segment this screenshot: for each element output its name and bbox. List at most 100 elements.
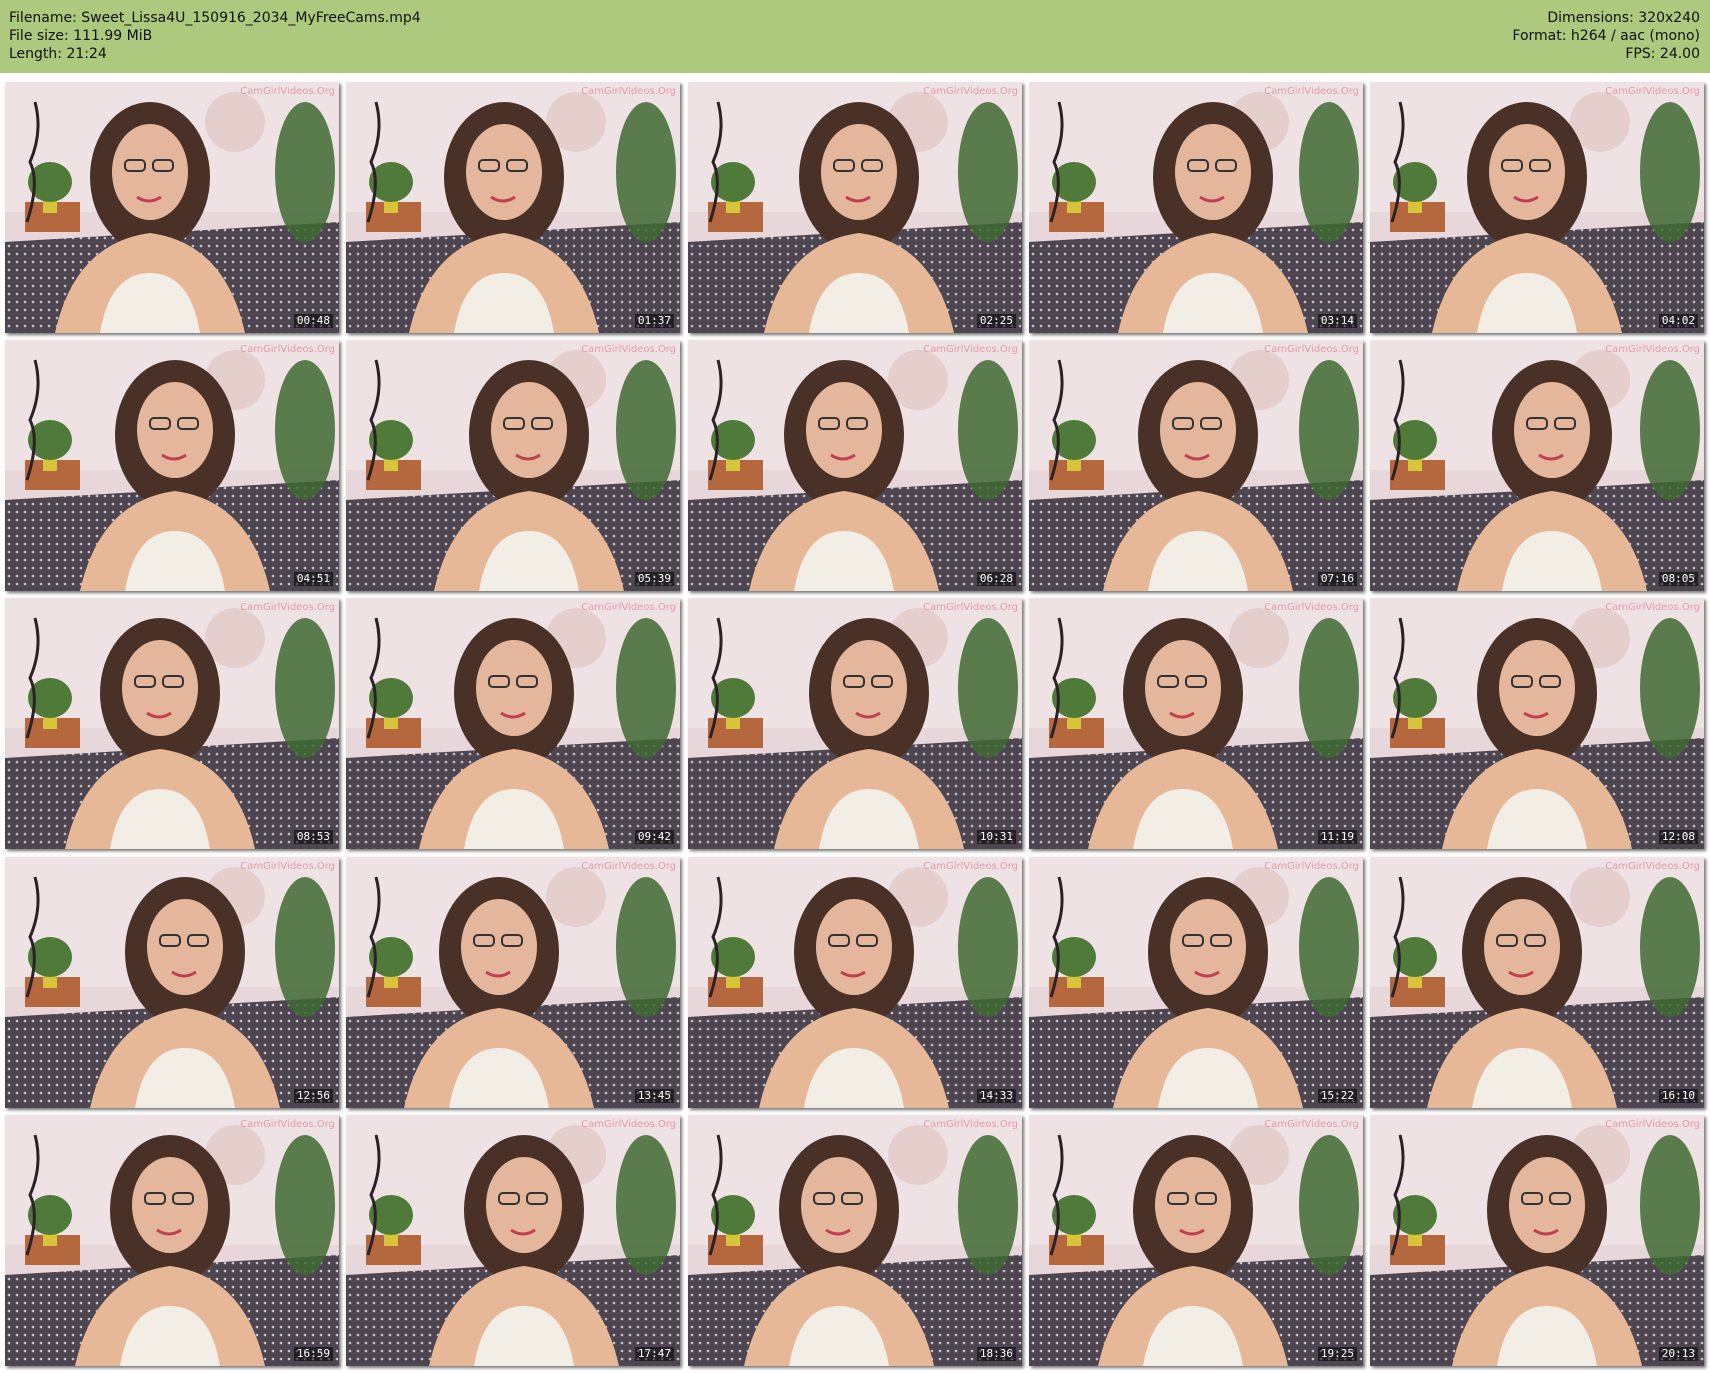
frame-image: [688, 340, 1022, 591]
video-thumbnail[interactable]: CamGirlVideos.Org 16:10: [1370, 857, 1704, 1108]
timestamp-label: 15:22: [1317, 1089, 1357, 1103]
video-thumbnail[interactable]: CamGirlVideos.Org 08:53: [5, 598, 339, 849]
video-thumbnail[interactable]: CamGirlVideos.Org 07:16: [1029, 340, 1363, 591]
filesize-text: File size: 111.99 MiB: [9, 28, 153, 44]
timestamp-label: 09:42: [634, 830, 674, 844]
frame-image: [5, 340, 339, 591]
frame-image: [5, 1115, 339, 1366]
watermark-text: CamGirlVideos.Org: [240, 602, 335, 613]
video-thumbnail[interactable]: CamGirlVideos.Org 04:51: [5, 340, 339, 591]
timestamp-label: 16:10: [1658, 1089, 1698, 1103]
video-thumbnail[interactable]: CamGirlVideos.Org 19:25: [1029, 1115, 1363, 1366]
frame-image: [346, 1115, 680, 1366]
video-thumbnail[interactable]: CamGirlVideos.Org 06:28: [688, 340, 1022, 591]
timestamp-label: 11:19: [1317, 830, 1357, 844]
video-thumbnail[interactable]: CamGirlVideos.Org 18:36: [688, 1115, 1022, 1366]
file-info-right: Dimensions: 320x240 Format: h264 / aac (…: [1512, 9, 1700, 63]
timestamp-label: 07:16: [1317, 572, 1357, 586]
video-thumbnail[interactable]: CamGirlVideos.Org 05:39: [346, 340, 680, 591]
watermark-text: CamGirlVideos.Org: [581, 602, 676, 613]
video-thumbnail[interactable]: CamGirlVideos.Org 17:47: [346, 1115, 680, 1366]
watermark-text: CamGirlVideos.Org: [1605, 861, 1700, 872]
video-thumbnail[interactable]: CamGirlVideos.Org 10:31: [688, 598, 1022, 849]
video-thumbnail[interactable]: CamGirlVideos.Org 03:14: [1029, 82, 1363, 333]
frame-image: [688, 1115, 1022, 1366]
frame-image: [1370, 340, 1704, 591]
video-thumbnail[interactable]: CamGirlVideos.Org 12:08: [1370, 598, 1704, 849]
watermark-text: CamGirlVideos.Org: [581, 344, 676, 355]
frame-image: [346, 598, 680, 849]
watermark-text: CamGirlVideos.Org: [581, 1119, 676, 1130]
watermark-text: CamGirlVideos.Org: [581, 861, 676, 872]
video-thumbnail[interactable]: CamGirlVideos.Org 02:25: [688, 82, 1022, 333]
file-info-left: Filename: Sweet_Lissa4U_150916_2034_MyFr…: [9, 9, 421, 63]
timestamp-label: 18:36: [976, 1347, 1016, 1361]
frame-image: [688, 82, 1022, 333]
timestamp-label: 06:28: [976, 572, 1016, 586]
watermark-text: CamGirlVideos.Org: [1605, 602, 1700, 613]
watermark-text: CamGirlVideos.Org: [240, 1119, 335, 1130]
timestamp-label: 05:39: [634, 572, 674, 586]
length-text: Length: 21:24: [9, 46, 107, 62]
frame-image: [346, 857, 680, 1108]
video-thumbnail[interactable]: CamGirlVideos.Org 00:48: [5, 82, 339, 333]
frame-image: [5, 598, 339, 849]
timestamp-label: 12:08: [1658, 830, 1698, 844]
info-header: Filename: Sweet_Lissa4U_150916_2034_MyFr…: [0, 0, 1710, 73]
timestamp-label: 04:02: [1658, 314, 1698, 328]
timestamp-label: 17:47: [634, 1347, 674, 1361]
video-thumbnail[interactable]: CamGirlVideos.Org 04:02: [1370, 82, 1704, 333]
watermark-text: CamGirlVideos.Org: [1605, 1119, 1700, 1130]
video-thumbnail[interactable]: CamGirlVideos.Org 11:19: [1029, 598, 1363, 849]
timestamp-label: 12:56: [293, 1089, 333, 1103]
timestamp-label: 14:33: [976, 1089, 1016, 1103]
video-thumbnail[interactable]: CamGirlVideos.Org 16:59: [5, 1115, 339, 1366]
frame-image: [1029, 857, 1363, 1108]
watermark-text: CamGirlVideos.Org: [923, 602, 1018, 613]
dimensions-text: Dimensions: 320x240: [1547, 10, 1700, 26]
timestamp-label: 13:45: [634, 1089, 674, 1103]
watermark-text: CamGirlVideos.Org: [1264, 86, 1359, 97]
frame-image: [1029, 340, 1363, 591]
frame-image: [688, 598, 1022, 849]
timestamp-label: 08:05: [1658, 572, 1698, 586]
watermark-text: CamGirlVideos.Org: [923, 1119, 1018, 1130]
video-thumbnail[interactable]: CamGirlVideos.Org 12:56: [5, 857, 339, 1108]
timestamp-label: 04:51: [293, 572, 333, 586]
video-thumbnail[interactable]: CamGirlVideos.Org 09:42: [346, 598, 680, 849]
frame-image: [346, 82, 680, 333]
watermark-text: CamGirlVideos.Org: [1605, 344, 1700, 355]
watermark-text: CamGirlVideos.Org: [923, 86, 1018, 97]
fps-text: FPS: 24.00: [1625, 46, 1700, 62]
watermark-text: CamGirlVideos.Org: [923, 344, 1018, 355]
timestamp-label: 20:13: [1658, 1347, 1698, 1361]
video-thumbnail[interactable]: CamGirlVideos.Org 01:37: [346, 82, 680, 333]
frame-image: [1370, 1115, 1704, 1366]
watermark-text: CamGirlVideos.Org: [1264, 344, 1359, 355]
frame-image: [1029, 598, 1363, 849]
video-thumbnail[interactable]: CamGirlVideos.Org 20:13: [1370, 1115, 1704, 1366]
frame-image: [1029, 82, 1363, 333]
timestamp-label: 01:37: [634, 314, 674, 328]
filename-text: Filename: Sweet_Lissa4U_150916_2034_MyFr…: [9, 10, 421, 26]
frame-image: [688, 857, 1022, 1108]
watermark-text: CamGirlVideos.Org: [923, 861, 1018, 872]
frame-image: [1370, 857, 1704, 1108]
timestamp-label: 16:59: [293, 1347, 333, 1361]
timestamp-label: 00:48: [293, 314, 333, 328]
timestamp-label: 03:14: [1317, 314, 1357, 328]
format-text: Format: h264 / aac (mono): [1512, 28, 1700, 44]
frame-image: [346, 340, 680, 591]
video-thumbnail[interactable]: CamGirlVideos.Org 14:33: [688, 857, 1022, 1108]
video-thumbnail[interactable]: CamGirlVideos.Org 15:22: [1029, 857, 1363, 1108]
frame-image: [1370, 598, 1704, 849]
video-thumbnail[interactable]: CamGirlVideos.Org 08:05: [1370, 340, 1704, 591]
video-thumbnail[interactable]: CamGirlVideos.Org 13:45: [346, 857, 680, 1108]
frame-image: [5, 857, 339, 1108]
watermark-text: CamGirlVideos.Org: [240, 344, 335, 355]
watermark-text: CamGirlVideos.Org: [1605, 86, 1700, 97]
watermark-text: CamGirlVideos.Org: [240, 861, 335, 872]
timestamp-label: 02:25: [976, 314, 1016, 328]
watermark-text: CamGirlVideos.Org: [581, 86, 676, 97]
frame-image: [1029, 1115, 1363, 1366]
